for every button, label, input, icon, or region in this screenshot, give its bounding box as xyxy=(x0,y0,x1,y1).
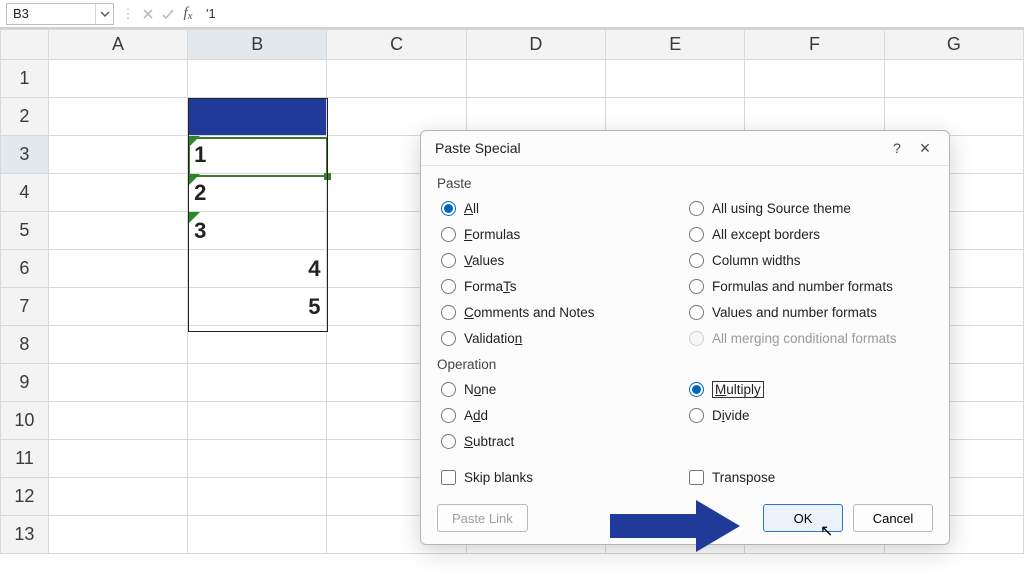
radio-all-theme[interactable]: All using Source theme xyxy=(685,195,933,221)
chevron-down-icon[interactable] xyxy=(95,4,113,24)
radio-values[interactable]: Values xyxy=(437,247,685,273)
radio-values-num[interactable]: Values and number formats xyxy=(685,299,933,325)
radio-divide[interactable]: Divide xyxy=(685,402,933,428)
paste-special-dialog: Paste Special ? × Paste All Formulas Val… xyxy=(420,130,950,545)
formula-input[interactable]: '1 xyxy=(198,6,1024,21)
cancel-button[interactable]: Cancel xyxy=(853,504,933,532)
radio-col-widths[interactable]: Column widths xyxy=(685,247,933,273)
formula-bar: B3 ⋮ fx '1 xyxy=(0,0,1024,28)
dialog-titlebar[interactable]: Paste Special ? × xyxy=(421,131,949,165)
row-header-11[interactable]: 11 xyxy=(1,440,49,478)
checkbox-skip-blanks[interactable]: Skip blanks xyxy=(437,464,685,490)
col-header-D[interactable]: D xyxy=(466,30,605,60)
row-header-7[interactable]: 7 xyxy=(1,288,49,326)
close-icon[interactable]: × xyxy=(911,134,939,162)
cancel-icon[interactable] xyxy=(138,3,158,25)
radio-subtract[interactable]: Subtract xyxy=(437,428,685,454)
row-header-1[interactable]: 1 xyxy=(1,60,49,98)
row-header-12[interactable]: 12 xyxy=(1,478,49,516)
cell-B2[interactable] xyxy=(188,98,327,136)
col-header-A[interactable]: A xyxy=(48,30,187,60)
select-all-corner[interactable] xyxy=(1,30,49,60)
radio-merge-cond: All merging conditional formats xyxy=(685,325,933,351)
radio-formats[interactable]: FormaTs xyxy=(437,273,685,299)
row-header-8[interactable]: 8 xyxy=(1,326,49,364)
radio-formulas-num[interactable]: Formulas and number formats xyxy=(685,273,933,299)
kebab-icon[interactable]: ⋮ xyxy=(118,3,138,25)
col-header-C[interactable]: C xyxy=(327,30,466,60)
cell-B6[interactable]: 4 xyxy=(188,250,327,288)
enter-icon[interactable] xyxy=(158,3,178,25)
radio-formulas[interactable]: Formulas xyxy=(437,221,685,247)
name-box[interactable]: B3 xyxy=(6,3,114,25)
radio-all[interactable]: All xyxy=(437,195,685,221)
col-header-B[interactable]: B xyxy=(188,30,327,60)
col-header-E[interactable]: E xyxy=(606,30,745,60)
fx-icon[interactable]: fx xyxy=(178,3,198,25)
cell-B4[interactable]: 2 xyxy=(188,174,327,212)
row-header-6[interactable]: 6 xyxy=(1,250,49,288)
radio-none[interactable]: None xyxy=(437,376,685,402)
row-header-5[interactable]: 5 xyxy=(1,212,49,250)
paste-link-button: Paste Link xyxy=(437,504,528,532)
radio-except-borders[interactable]: All except borders xyxy=(685,221,933,247)
row-header-4[interactable]: 4 xyxy=(1,174,49,212)
radio-comments[interactable]: Comments and Notes xyxy=(437,299,685,325)
paste-section-label: Paste xyxy=(437,176,933,191)
row-header-10[interactable]: 10 xyxy=(1,402,49,440)
row-header-2[interactable]: 2 xyxy=(1,98,49,136)
row-header-3[interactable]: 3 xyxy=(1,136,49,174)
column-header-row: A B C D E F G xyxy=(1,30,1024,60)
cell-B5[interactable]: 3 xyxy=(188,212,327,250)
radio-multiply[interactable]: Multiply xyxy=(685,376,933,402)
operation-section-label: Operation xyxy=(437,357,933,372)
dialog-title: Paste Special xyxy=(435,140,883,156)
radio-validation[interactable]: Validation xyxy=(437,325,685,351)
radio-add[interactable]: Add xyxy=(437,402,685,428)
row-header-13[interactable]: 13 xyxy=(1,516,49,554)
help-icon[interactable]: ? xyxy=(883,134,911,162)
row-header-9[interactable]: 9 xyxy=(1,364,49,402)
checkbox-transpose[interactable]: Transpose xyxy=(685,464,933,490)
cell-B7[interactable]: 5 xyxy=(188,288,327,326)
cell-B3[interactable]: 1 xyxy=(188,136,327,174)
ok-button[interactable]: OK xyxy=(763,504,843,532)
name-box-text: B3 xyxy=(7,6,95,21)
col-header-G[interactable]: G xyxy=(884,30,1023,60)
col-header-F[interactable]: F xyxy=(745,30,884,60)
